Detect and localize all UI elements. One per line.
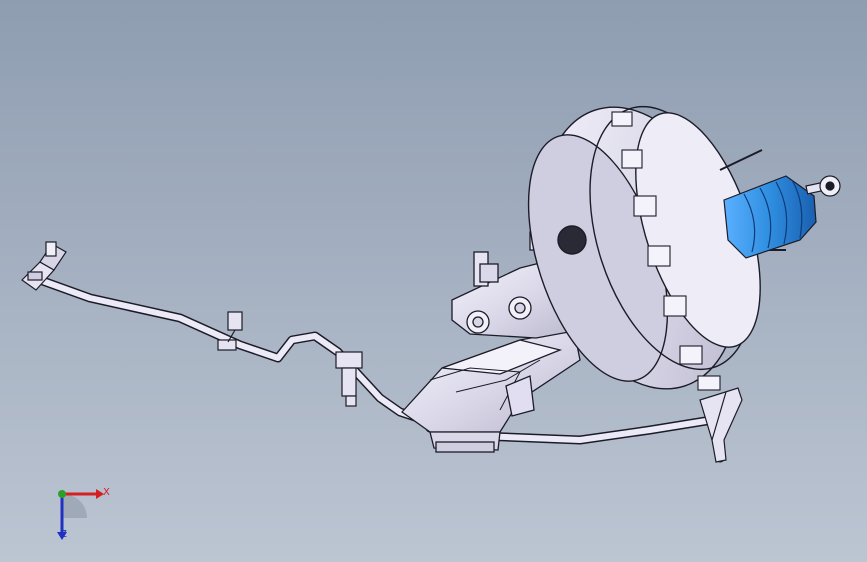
push-rod-boot — [719, 149, 841, 259]
cad-viewport[interactable]: X Z — [0, 0, 867, 562]
brake-booster-assembly-model[interactable] — [0, 0, 867, 562]
triad-shadow — [63, 494, 87, 518]
orientation-triad[interactable]: X Z — [40, 480, 130, 550]
fluid-reservoir — [401, 329, 581, 453]
axis-z-label: Z — [60, 529, 67, 540]
triad-graphic — [57, 489, 104, 540]
y-axis-dot — [58, 490, 66, 498]
axis-x-label: X — [103, 487, 110, 498]
brake-line-tube — [35, 275, 435, 427]
